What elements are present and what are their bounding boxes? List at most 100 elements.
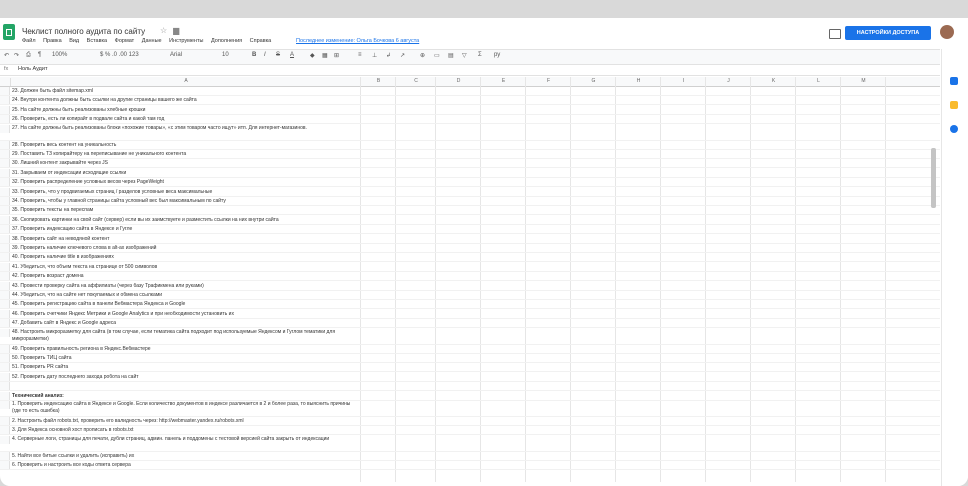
cell-text[interactable]: 35. Проверить тексты на переспам [12, 207, 357, 213]
column-header-j[interactable]: J [705, 78, 751, 86]
table-row[interactable]: 23. Должен быть файл sitemap.xml [0, 87, 940, 96]
menu-item-data[interactable]: Данные [142, 38, 162, 44]
wrap-icon[interactable]: ↲ [386, 52, 391, 59]
column-header-d[interactable]: D [435, 78, 481, 86]
functions-icon[interactable]: Σ [478, 52, 482, 58]
row-number-cell[interactable] [0, 451, 10, 460]
table-row[interactable]: 24. Внутри контента должны быть ссылки н… [0, 96, 940, 106]
column-header-l[interactable]: L [795, 78, 841, 86]
row-number-cell[interactable] [0, 234, 10, 243]
table-row[interactable]: 29. Поставить ТЗ копирайтеру на переписы… [0, 150, 940, 159]
column-header-a[interactable]: A [10, 78, 361, 86]
menu-item-addons[interactable]: Дополнения [211, 38, 242, 44]
cell-text[interactable]: 2. Настроить файл robots.txt, проверить … [12, 418, 357, 424]
cell-text[interactable]: 29. Поставить ТЗ копирайтеру на переписы… [12, 151, 357, 157]
row-number-cell[interactable] [0, 382, 10, 391]
align-icon[interactable]: ≡ [358, 52, 362, 58]
row-number-cell[interactable] [0, 401, 10, 409]
menu-item-tools[interactable]: Инструменты [169, 38, 203, 44]
formula-input[interactable]: Ноль Аудит [18, 66, 48, 72]
cell-text[interactable]: 39. Проверить наличие ключевого слова в … [12, 245, 357, 251]
row-number-cell[interactable] [0, 253, 10, 262]
row-number-cell[interactable] [0, 372, 10, 381]
cell-text[interactable]: 43. Провести проверку сайта на аффилиаты… [12, 283, 357, 289]
row-number-cell[interactable] [0, 272, 10, 281]
cell-text[interactable]: 51. Проверить PR сайта [12, 364, 357, 370]
table-row[interactable]: 41. Убедиться, что объем текста на стран… [0, 262, 940, 272]
cell-text[interactable]: 47. Добавить сайт в Яндекс и Google адре… [12, 320, 357, 326]
cell-text[interactable]: 48. Настроить микроразметку для сайта (в… [12, 329, 357, 343]
table-row[interactable]: 31. Закрываем от индексации исходящие сс… [0, 168, 940, 178]
cell-text[interactable]: Технический анализ: [12, 393, 357, 399]
table-row[interactable]: 1. Проверить индексацию сайта в Яндексе … [0, 401, 940, 417]
cell-text[interactable]: 4. Серверные логи, страницы для печати, … [12, 436, 357, 443]
comments-icon[interactable] [829, 29, 841, 39]
cell-text[interactable]: 25. На сайте должны быть реализованы хле… [12, 107, 357, 113]
row-number-cell[interactable] [0, 96, 10, 105]
cell-text[interactable]: 42. Проверить возраст домена [12, 273, 357, 279]
link-icon[interactable]: ⊕ [420, 52, 425, 59]
row-number-cell[interactable] [0, 244, 10, 252]
table-row[interactable]: 34. Проверить, чтобы у главной страницы … [0, 197, 940, 206]
cell-text[interactable]: 3. Для Яндекса основной хост прописать в… [12, 427, 357, 433]
chart-icon[interactable]: ▤ [448, 52, 454, 59]
tasks-icon[interactable] [950, 125, 958, 133]
cell-text[interactable]: 37. Проверить индексацию сайта в Яндексе… [12, 226, 357, 232]
row-number-cell[interactable] [0, 206, 10, 215]
table-row[interactable]: 32. Проверить распределение условных вес… [0, 178, 940, 188]
cell-text[interactable]: 31. Закрываем от индексации исходящие сс… [12, 170, 357, 176]
table-row[interactable] [0, 382, 940, 392]
table-row[interactable]: 51. Проверить PR сайта [0, 363, 940, 373]
table-row[interactable]: 3. Для Яндекса основной хост прописать в… [0, 426, 940, 436]
calendar-icon[interactable] [950, 77, 958, 85]
table-row[interactable]: 45. Проверить регистрацию сайта в панели… [0, 300, 940, 310]
cell-text[interactable]: 28. Проверить весь контент на уникальнос… [12, 142, 357, 148]
menu-item-file[interactable]: Файл [22, 38, 36, 44]
menu-item-edit[interactable]: Правка [43, 38, 62, 44]
row-number-cell[interactable] [0, 354, 10, 362]
table-row[interactable]: 25. На сайте должны быть реализованы хле… [0, 105, 940, 115]
rotate-icon[interactable]: ↗ [400, 52, 405, 59]
row-number-cell[interactable] [0, 344, 10, 353]
zoom-select[interactable]: 100% [52, 52, 67, 58]
table-row[interactable]: 30. Лишний контент закрывайте через JS [0, 159, 940, 169]
table-row[interactable]: 28. Проверить весь контент на уникальнос… [0, 140, 940, 150]
filter-icon[interactable]: ▽ [462, 52, 467, 59]
menu-item-insert[interactable]: Вставка [87, 38, 107, 44]
row-number-cell[interactable] [0, 391, 10, 400]
table-row[interactable]: 33. Проверить, что у продвигаемых страни… [0, 187, 940, 197]
comment-icon[interactable]: ▭ [434, 52, 440, 59]
column-header-h[interactable]: H [615, 78, 661, 86]
table-row[interactable]: 50. Проверить ТИЦ сайта [0, 354, 940, 363]
undo-icon[interactable]: ↶ [4, 52, 9, 59]
row-number-cell[interactable] [0, 124, 10, 133]
cell-text[interactable]: 24. Внутри контента должны быть ссылки н… [12, 97, 357, 103]
folder-icon[interactable]: ▆ [173, 26, 185, 35]
table-row[interactable]: 27. На сайте должны быть реализованы бло… [0, 124, 940, 141]
table-row[interactable]: 43. Провести проверку сайта на аффилиаты… [0, 281, 940, 291]
cell-text[interactable]: 45. Проверить регистрацию сайта в панели… [12, 301, 357, 307]
table-row[interactable]: 5. Найти все битые ссылки и удалить (исп… [0, 451, 940, 461]
cell-text[interactable]: 36. Скопировать картинки на свой сайт (с… [12, 217, 357, 223]
row-number-cell[interactable] [0, 187, 10, 196]
strikethrough-icon[interactable]: S [276, 52, 280, 58]
font-select[interactable]: Arial [170, 52, 182, 58]
redo-icon[interactable]: ↷ [14, 52, 19, 59]
column-header-f[interactable]: F [525, 78, 571, 86]
row-number-cell[interactable] [0, 159, 10, 168]
row-number-cell[interactable] [0, 281, 10, 290]
table-row[interactable]: 38. Проверить сайт на неводяной контент [0, 234, 940, 244]
fill-color-icon[interactable]: ◆ [310, 52, 315, 59]
table-row[interactable]: Технический анализ: [0, 391, 940, 401]
row-number-cell[interactable] [0, 150, 10, 158]
row-number-cell[interactable] [0, 168, 10, 177]
table-row[interactable]: 46. Проверить счетчики Яндекс Метрики и … [0, 309, 940, 319]
column-header-m[interactable]: M [840, 78, 886, 86]
table-row[interactable]: 2. Настроить файл robots.txt, проверить … [0, 417, 940, 426]
italic-icon[interactable]: I [264, 52, 266, 58]
cell-text[interactable]: 44. Убедиться, что на сайте нет покупаем… [12, 292, 357, 298]
table-row[interactable]: 52. Проверить дату последнего захода роб… [0, 372, 940, 382]
cell-text[interactable]: 32. Проверить распределение условных вес… [12, 179, 357, 185]
keep-icon[interactable] [950, 101, 958, 109]
row-number-cell[interactable] [0, 140, 10, 149]
